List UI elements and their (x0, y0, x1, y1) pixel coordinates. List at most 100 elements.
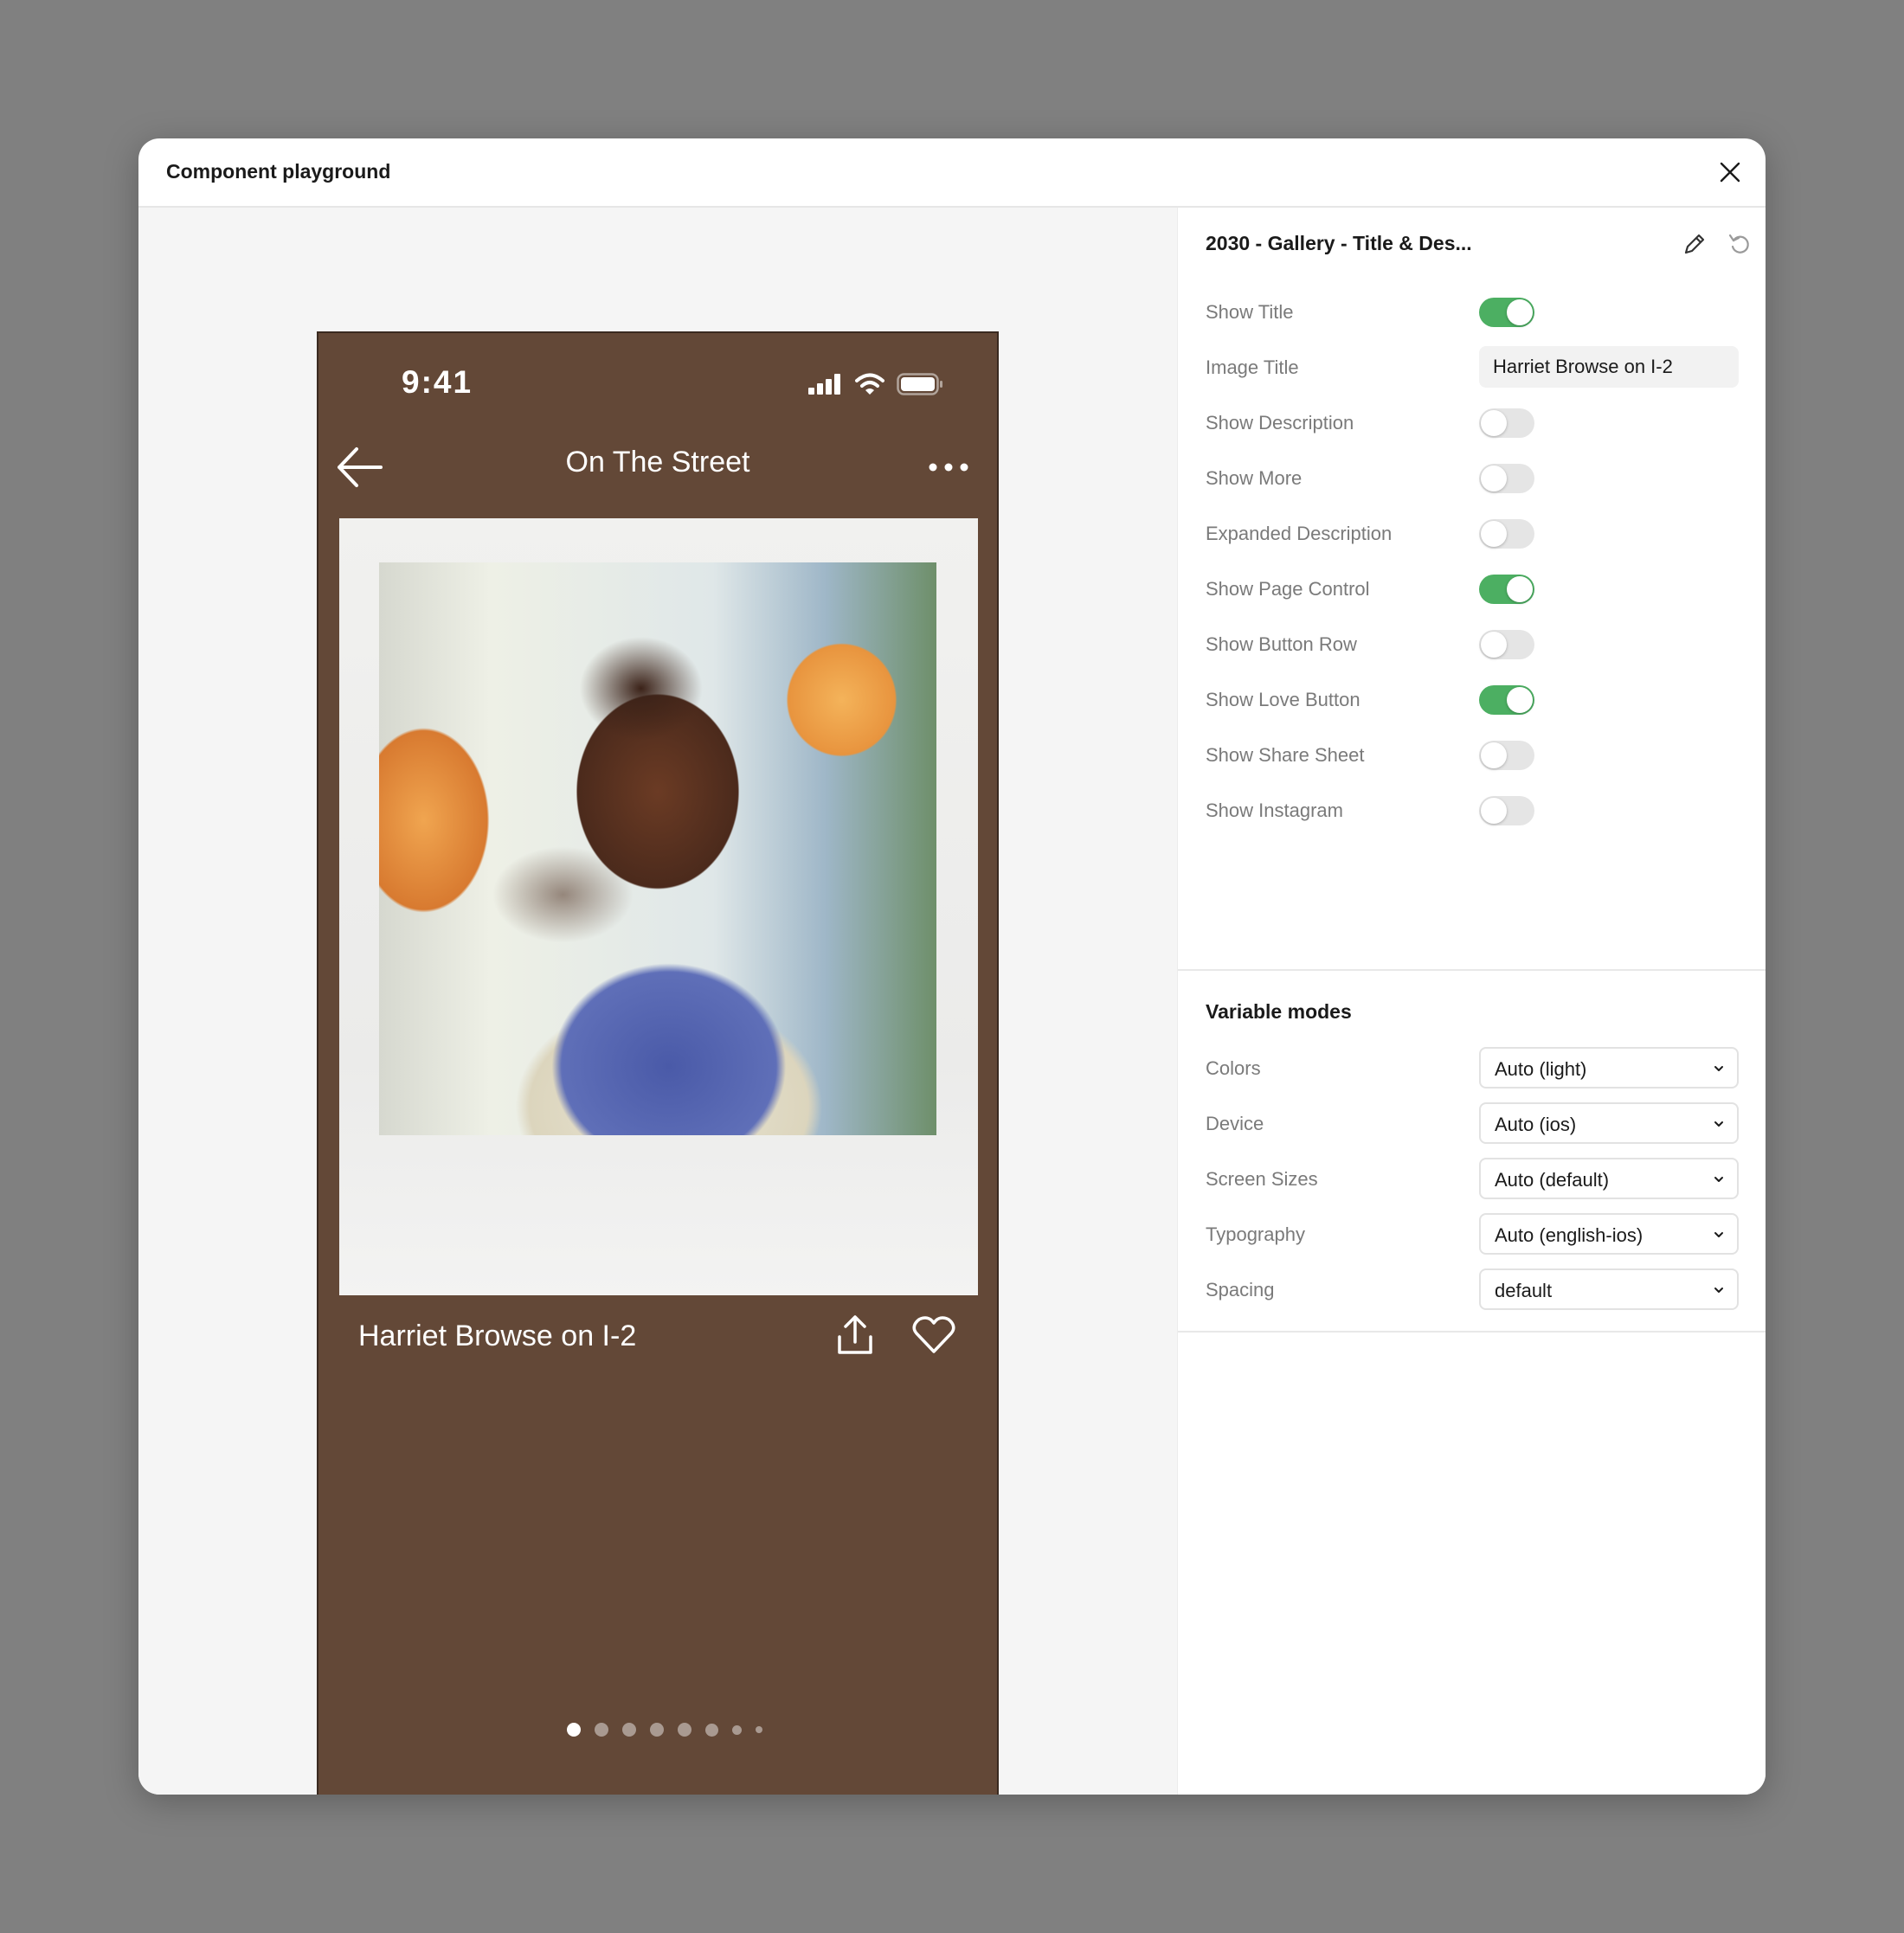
page-dot[interactable] (567, 1723, 581, 1737)
expanded-description-toggle[interactable] (1479, 519, 1534, 549)
property-row-show-page-control: Show Page Control (1206, 568, 1738, 609)
select-value: Auto (light) (1495, 1058, 1587, 1080)
image-title-input[interactable] (1479, 346, 1739, 388)
select-value: Auto (ios) (1495, 1114, 1577, 1135)
show-love-button-toggle[interactable] (1479, 685, 1534, 715)
property-label: Show Instagram (1206, 800, 1343, 821)
variable-mode-row-colors: Colors Auto (light) (1206, 1047, 1739, 1089)
page-control[interactable] (318, 1723, 997, 1737)
variable-mode-label: Device (1206, 1113, 1264, 1134)
toggle-knob (1507, 299, 1533, 325)
variable-modes-title: Variable modes (1206, 1000, 1352, 1023)
property-label: Show Page Control (1206, 578, 1370, 600)
page-dot[interactable] (732, 1724, 742, 1735)
colors-select[interactable]: Auto (light) (1479, 1047, 1739, 1089)
status-icons (808, 373, 943, 395)
spacing-select[interactable]: default (1479, 1268, 1739, 1310)
heart-icon (912, 1316, 955, 1353)
chevron-down-icon (1714, 1177, 1723, 1182)
variable-mode-row-typography: Typography Auto (english-ios) (1206, 1213, 1739, 1255)
show-share-sheet-toggle[interactable] (1479, 741, 1534, 770)
show-title-toggle[interactable] (1479, 298, 1534, 327)
property-label: Image Title (1206, 356, 1299, 378)
property-label: Show Share Sheet (1206, 744, 1365, 766)
property-row-expanded-description: Expanded Description (1206, 512, 1738, 554)
screen-sizes-select[interactable]: Auto (default) (1479, 1158, 1739, 1199)
select-value: default (1495, 1280, 1553, 1301)
property-row-show-button-row: Show Button Row (1206, 623, 1738, 665)
properties-panel: 2030 - Gallery - Title & Des... Show Tit… (1177, 208, 1766, 1795)
toggle-knob (1481, 466, 1507, 491)
property-row-show-title: Show Title (1206, 291, 1738, 332)
edit-icon (1684, 234, 1705, 254)
property-label: Expanded Description (1206, 523, 1393, 544)
phone-preview: 9:41 On The Street Harriet Browse on I-2 (317, 331, 999, 1795)
divider (1178, 1331, 1766, 1333)
property-row-show-instagram: Show Instagram (1206, 789, 1738, 831)
typography-select[interactable]: Auto (english-ios) (1479, 1213, 1739, 1255)
image-caption: Harriet Browse on I-2 (358, 1320, 637, 1352)
show-instagram-toggle[interactable] (1479, 796, 1534, 825)
property-label: Show Description (1206, 412, 1354, 433)
page-dot[interactable] (595, 1723, 608, 1737)
toggle-knob (1481, 521, 1507, 547)
property-label: Show Title (1206, 301, 1294, 323)
property-row-show-share-sheet: Show Share Sheet (1206, 734, 1738, 775)
share-icon (838, 1315, 872, 1354)
toggle-knob (1481, 742, 1507, 768)
variable-mode-label: Spacing (1206, 1279, 1275, 1300)
preview-canvas: 9:41 On The Street Harriet Browse on I-2 (138, 208, 1177, 1795)
reset-button[interactable] (1726, 230, 1753, 258)
toggle-knob (1507, 576, 1533, 602)
device-select[interactable]: Auto (ios) (1479, 1102, 1739, 1144)
status-time: 9:41 (402, 364, 473, 400)
reset-icon (1728, 234, 1749, 254)
close-button[interactable] (1714, 156, 1746, 189)
signal-icon (808, 374, 840, 395)
component-title: 2030 - Gallery - Title & Des... (1206, 232, 1472, 254)
share-button[interactable] (836, 1314, 874, 1356)
chevron-down-icon (1714, 1232, 1723, 1237)
chevron-down-icon (1714, 1066, 1723, 1071)
toggle-knob (1481, 632, 1507, 658)
property-label: Show Love Button (1206, 689, 1360, 710)
page-dot[interactable] (678, 1723, 691, 1737)
select-value: Auto (english-ios) (1495, 1224, 1643, 1246)
variable-mode-row-screen-sizes: Screen Sizes Auto (default) (1206, 1158, 1739, 1199)
property-row-image-title: Image Title (1206, 346, 1739, 388)
toggle-knob (1507, 687, 1533, 713)
page-dot[interactable] (756, 1726, 762, 1733)
select-value: Auto (default) (1495, 1169, 1610, 1191)
component-playground-modal: Component playground 9:41 On The Street … (138, 138, 1766, 1795)
variable-mode-label: Screen Sizes (1206, 1168, 1318, 1190)
more-icon (929, 463, 968, 472)
property-row-show-love-button: Show Love Button (1206, 678, 1738, 720)
show-button-row-toggle[interactable] (1479, 630, 1534, 659)
show-page-control-toggle[interactable] (1479, 575, 1534, 604)
edit-component-button[interactable] (1681, 230, 1708, 258)
modal-header: Component playground (138, 138, 1766, 208)
property-label: Show Button Row (1206, 633, 1357, 655)
variable-mode-row-device: Device Auto (ios) (1206, 1102, 1739, 1144)
battery-icon (897, 373, 942, 395)
show-more-toggle[interactable] (1479, 464, 1534, 493)
chevron-down-icon (1714, 1121, 1723, 1127)
page-dot[interactable] (705, 1723, 718, 1737)
variable-mode-row-spacing: Spacing default (1206, 1268, 1739, 1310)
more-button[interactable] (924, 454, 973, 480)
property-label: Show More (1206, 467, 1303, 489)
polaroid-frame (339, 518, 978, 1295)
page-dot[interactable] (622, 1723, 636, 1737)
gallery-photo[interactable] (379, 562, 936, 1135)
show-description-toggle[interactable] (1479, 408, 1534, 438)
nav-title: On The Street (565, 446, 750, 478)
love-button[interactable] (912, 1316, 955, 1354)
property-row-show-description: Show Description (1206, 401, 1738, 443)
chevron-down-icon (1714, 1288, 1723, 1293)
divider (1178, 969, 1766, 971)
toggle-knob (1481, 798, 1507, 824)
toggle-knob (1481, 410, 1507, 436)
property-row-show-more: Show More (1206, 457, 1738, 498)
wifi-icon (855, 373, 884, 395)
page-dot[interactable] (650, 1723, 664, 1737)
